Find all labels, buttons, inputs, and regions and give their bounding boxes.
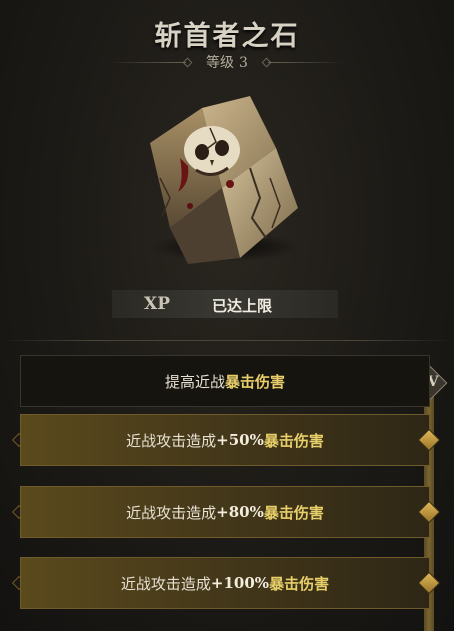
- section-divider: [0, 340, 454, 341]
- item-title: 斩首者之石: [154, 21, 300, 52]
- perk-tier-highlight: 暴击伤害: [263, 431, 324, 450]
- perk-header: 提高近战 暴击伤害: [20, 355, 430, 407]
- perk-header-prefix: 提高近战: [164, 372, 225, 391]
- rank-row: 等级 3: [110, 52, 344, 72]
- xp-label: XP: [144, 294, 170, 314]
- perk-tier-amount: +100%: [210, 574, 270, 592]
- rank-label-text: 等级: [206, 55, 235, 71]
- perk-tier[interactable]: 近战攻击造成 +50% 暴击伤害: [20, 414, 430, 466]
- perk-tier-amount: +80%: [216, 503, 264, 521]
- perk-tier-prefix: 近战攻击造成: [126, 503, 217, 522]
- perk-tier[interactable]: 近战攻击造成 +80% 暴击伤害: [20, 486, 430, 538]
- perk-tier[interactable]: 近战攻击造成 +100% 暴击伤害: [20, 557, 430, 609]
- skull-stone-icon: [150, 96, 298, 264]
- divider-right: [268, 62, 344, 63]
- xp-status: 已达上限: [212, 297, 273, 315]
- rank-value: 3: [239, 55, 248, 71]
- perk-tier-highlight: 暴击伤害: [269, 574, 330, 593]
- perk-tier-highlight: 暴击伤害: [263, 503, 324, 522]
- perk-tier-prefix: 近战攻击造成: [120, 574, 211, 593]
- xp-status-bar: XP 已达上限: [112, 290, 338, 318]
- perk-tier-prefix: 近战攻击造成: [126, 431, 217, 450]
- perk-tier-amount: +50%: [216, 431, 264, 449]
- perk-header-highlight: 暴击伤害: [225, 372, 286, 391]
